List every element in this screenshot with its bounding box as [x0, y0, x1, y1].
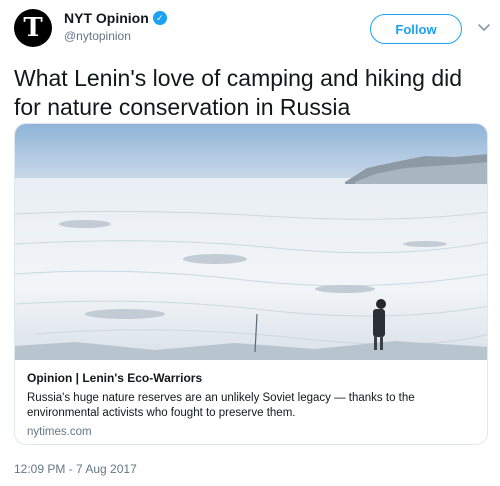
account-handle[interactable]: @nytopinion [64, 29, 167, 43]
card-body: Opinion | Lenin's Eco-Warriors Russia's … [15, 360, 487, 438]
tweet-text: What Lenin's love of camping and hiking … [14, 65, 463, 120]
display-name-row: NYT Opinion ✓ [64, 10, 167, 26]
account-info: NYT Opinion ✓ @nytopinion [64, 10, 167, 43]
display-name[interactable]: NYT Opinion [64, 10, 149, 26]
avatar-letter: T [23, 13, 43, 43]
tweet: T NYT Opinion ✓ @nytopinion Follow What … [0, 0, 500, 486]
verified-badge-icon: ✓ [152, 11, 167, 25]
chevron-down-icon[interactable] [476, 20, 492, 36]
card-image [15, 124, 487, 360]
tweet-timestamp[interactable]: 12:09 PM - 7 Aug 2017 [14, 462, 137, 476]
card-domain: nytimes.com [27, 426, 92, 438]
link-card[interactable]: Opinion | Lenin's Eco-Warriors Russia's … [14, 123, 488, 445]
card-title: Opinion | Lenin's Eco-Warriors [27, 371, 203, 385]
follow-button[interactable]: Follow [370, 14, 462, 44]
card-description: Russia's huge nature reserves are an unl… [27, 392, 415, 419]
avatar[interactable]: T [14, 9, 52, 47]
